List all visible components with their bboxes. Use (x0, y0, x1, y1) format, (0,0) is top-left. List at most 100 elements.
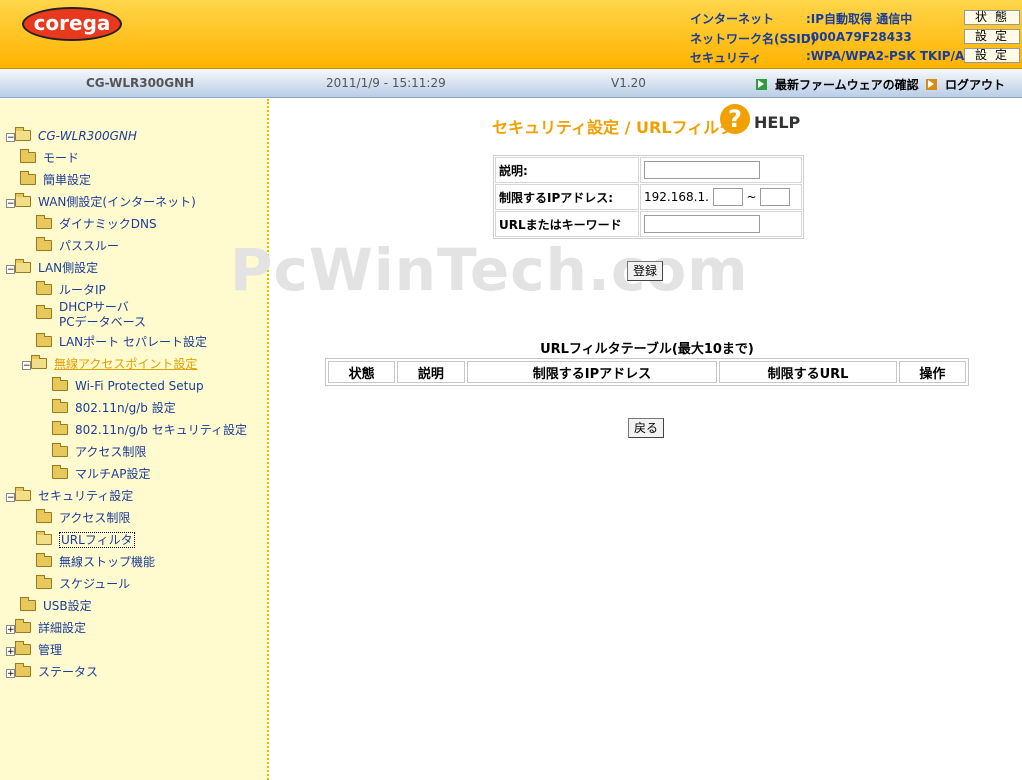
sidebar-item-label: モード (43, 151, 80, 165)
ip-start-input[interactable] (712, 188, 743, 206)
internet-label: インターネット (690, 12, 775, 26)
expand-icon[interactable]: + (6, 669, 15, 679)
ip-end-input[interactable] (760, 188, 791, 206)
sidebar-item-label: WAN側設定(インターネット) (38, 195, 196, 209)
folder-icon (15, 619, 31, 633)
sidebar-item-wireless-ap[interactable]: − 無線アクセスポイント設定 (22, 354, 197, 374)
folder-open-icon (15, 487, 31, 501)
sidebar-item-label: 簡単設定 (43, 173, 92, 187)
sidebar-item-label: Wi-Fi Protected Setup (75, 379, 204, 393)
firmware-check-link[interactable]: 最新ファームウェアの確認 (756, 76, 919, 93)
expand-icon[interactable]: + (6, 647, 15, 657)
folder-open-icon (31, 355, 47, 369)
sidebar-item-dhcp[interactable]: DHCPサーバ PCデータベース (36, 300, 146, 334)
ssid-settings-button[interactable]: 設定 (964, 29, 1020, 44)
sidebar-item-status[interactable]: + ステータス (6, 662, 98, 682)
sidebar-item-wps[interactable]: Wi-Fi Protected Setup (52, 376, 204, 396)
description-input[interactable] (644, 161, 760, 179)
collapse-icon[interactable]: − (6, 133, 15, 143)
firmware-version: V1.20 (611, 76, 646, 90)
filter-table-title: URLフィルタテーブル(最大10まで) (540, 342, 754, 357)
status-bar: CG-WLR300GNH 2011/1/9 - 15:11:29 V1.20 最… (0, 69, 1022, 98)
sidebar-item-usb[interactable]: USB設定 (20, 596, 92, 616)
sidebar-item-80211-settings[interactable]: 802.11n/g/b 設定 (52, 398, 176, 418)
sidebar-item-80211-security[interactable]: 802.11n/g/b セキュリティ設定 (52, 420, 247, 440)
sidebar-item-schedule[interactable]: スケジュール (36, 574, 130, 594)
folder-icon (52, 399, 68, 413)
sidebar-item-passthrough[interactable]: パススルー (36, 236, 119, 256)
sidebar-item-router-ip[interactable]: ルータIP (36, 280, 106, 300)
folder-open-icon (15, 259, 31, 273)
sidebar-item-label: 無線ストップ機能 (59, 555, 156, 569)
sidebar-item-label: アクセス制限 (59, 511, 131, 525)
sidebar-item-label: マルチAP設定 (75, 467, 151, 481)
column-ip-address: 制限するIPアドレス (466, 361, 718, 383)
tree-root[interactable]: − CG-WLR300GNH (6, 126, 137, 146)
folder-icon (36, 575, 52, 589)
sidebar-item-label: ダイナミックDNS (59, 217, 157, 231)
sidebar-item-wan[interactable]: − WAN側設定(インターネット) (6, 192, 196, 212)
url-keyword-cell (640, 211, 802, 237)
sidebar-item-advanced[interactable]: + 詳細設定 (6, 618, 86, 638)
tree-root-label: CG-WLR300GNH (38, 129, 137, 143)
sidebar-item-label: ステータス (38, 665, 99, 679)
sidebar-item-easy-setup[interactable]: 簡単設定 (20, 170, 91, 190)
ssid-label: ネットワーク名(SSID) (690, 32, 817, 46)
sidebar-item-wireless-stop[interactable]: 無線ストップ機能 (36, 552, 155, 572)
header-bar: corega インターネット :IP自動取得 通信中 状態 ネットワーク名(SS… (0, 0, 1022, 69)
sidebar-item-lan[interactable]: − LAN側設定 (6, 258, 98, 278)
help-icon[interactable]: ? (720, 104, 750, 134)
sidebar-item-label: LANポート セパレート設定 (59, 335, 207, 349)
url-keyword-input[interactable] (644, 215, 760, 233)
help-link[interactable]: HELP (754, 113, 800, 132)
security-settings-button[interactable]: 設定 (964, 48, 1020, 63)
watermark: PcWinTech.com (230, 236, 749, 304)
folder-icon (52, 465, 68, 479)
folder-icon (15, 641, 31, 655)
register-button[interactable]: 登録 (627, 261, 664, 281)
sidebar-item-lan-port-separate[interactable]: LANポート セパレート設定 (36, 332, 207, 352)
firmware-check-label: 最新ファームウェアの確認 (775, 78, 919, 92)
sidebar-item-url-filter[interactable]: URLフィルタ (36, 530, 135, 550)
ip-prefix: 192.168.1. (644, 190, 709, 204)
collapse-icon[interactable]: − (6, 265, 15, 275)
ip-address-label: 制限するIPアドレス: (495, 184, 639, 210)
model-name: CG-WLR300GNH (86, 76, 195, 90)
sidebar-item-label: LAN側設定 (38, 261, 99, 275)
logout-link[interactable]: ログアウト (926, 76, 1005, 93)
security-label: セキュリティ (690, 51, 762, 65)
sidebar-item-label: スケジュール (59, 577, 131, 591)
sidebar-item-ddns[interactable]: ダイナミックDNS (36, 214, 157, 234)
column-url: 制限するURL (719, 361, 897, 383)
collapse-icon[interactable]: − (22, 361, 31, 371)
dhcp-label-group: DHCPサーバ PCデータベース (59, 300, 146, 330)
sidebar-item-access-control[interactable]: アクセス制限 (36, 508, 130, 528)
status-button[interactable]: 状態 (964, 10, 1020, 25)
sidebar-item-label: 管理 (38, 643, 63, 657)
collapse-icon[interactable]: − (6, 199, 15, 209)
column-description: 説明 (397, 361, 465, 383)
sidebar-item-label: 無線アクセスポイント設定 (54, 357, 198, 371)
folder-icon (20, 171, 36, 185)
table-header-row: 状態 説明 制限するIPアドレス 制限するURL 操作 (328, 361, 966, 383)
description-label: 説明: (495, 157, 639, 183)
folder-open-icon (36, 531, 52, 545)
ssid-value: :000A79F28433 (806, 30, 912, 44)
sidebar-item-label: パススルー (59, 239, 120, 253)
sidebar-item-mode[interactable]: モード (20, 148, 79, 168)
folder-icon (36, 305, 52, 319)
back-button[interactable]: 戻る (628, 418, 665, 438)
collapse-icon[interactable]: − (6, 493, 15, 503)
sidebar-item-security[interactable]: − セキュリティ設定 (6, 486, 133, 506)
sidebar-item-wireless-access-control[interactable]: アクセス制限 (52, 442, 146, 462)
folder-icon (52, 443, 68, 457)
sidebar-item-multi-ap[interactable]: マルチAP設定 (52, 464, 150, 484)
url-filter-form: 説明: 制限するIPアドレス: 192.168.1. ~ URLまたはキーワード (493, 155, 804, 239)
url-keyword-label: URLまたはキーワード (495, 211, 639, 237)
sidebar-item-management[interactable]: + 管理 (6, 640, 62, 660)
description-cell (640, 157, 802, 183)
ip-address-cell: 192.168.1. ~ (640, 184, 802, 210)
corega-logo[interactable]: corega (22, 7, 122, 41)
expand-icon[interactable]: + (6, 625, 15, 635)
logout-label: ログアウト (945, 78, 1006, 92)
